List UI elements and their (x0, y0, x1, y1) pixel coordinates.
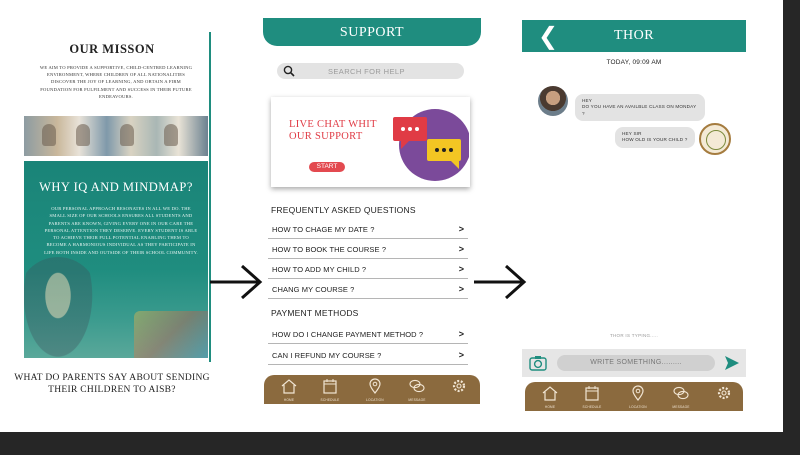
page-title: SUPPORT (339, 25, 405, 40)
chevron-right-icon: > (458, 284, 464, 294)
tab-settings[interactable] (444, 377, 474, 403)
tab-home[interactable]: HOME (535, 384, 565, 410)
typing-indicator: THOR IS TYPING..... (609, 333, 659, 338)
faq-label: HOW TO ADD MY CHILD ? (272, 265, 367, 274)
search-placeholder: SEARCH FOR HELP (328, 67, 405, 76)
faq-label: CHANG MY COURSE ? (272, 285, 355, 294)
bottom-nav: HOME SCHEDULE LOCATION MESSAGE (525, 382, 743, 411)
frame-bottom (0, 432, 800, 455)
chevron-right-icon: > (458, 350, 464, 360)
chevron-right-icon: > (458, 244, 464, 254)
toys-photo (134, 311, 208, 358)
why-panel: WHY IQ AND MINDMAP? OUR PERSONAL APPROAC… (24, 161, 208, 358)
compose-bar: WRITE SOMETHING......... (522, 349, 746, 377)
tab-label: LOCATION (366, 398, 384, 402)
message-bubble: HEY SIR HOW OLD IS YOUR CHILD ? (615, 127, 695, 148)
tab-home[interactable]: HOME (274, 377, 304, 403)
location-pin-icon (632, 385, 644, 401)
search-input[interactable]: SEARCH FOR HELP (277, 63, 464, 79)
chat-timestamp: TODAY, 09:09 AM (606, 59, 662, 66)
panel-text: OUR PERSONAL APPROACH RESONATES IN ALL W… (44, 206, 198, 255)
support-screen: SUPPORT SEARCH FOR HELP LIVE CHAT WHIT O… (263, 18, 481, 408)
live-chat-card[interactable]: LIVE CHAT WHIT OUR SUPPORT START (271, 97, 470, 187)
calendar-icon (585, 386, 599, 401)
faq-label: HOW TO CHAGE MY DATE ? (272, 225, 375, 234)
chat-title: THOR (613, 28, 655, 43)
tab-message[interactable]: MESSAGE (666, 384, 696, 410)
support-header: SUPPORT (263, 18, 481, 46)
chat-header: ❮ THOR (522, 20, 746, 52)
gear-icon (717, 386, 731, 400)
faq-item[interactable]: HOW TO ADD MY CHILD ? > (268, 260, 468, 279)
tab-label: SCHEDULE (582, 405, 602, 409)
classroom-photo (24, 116, 208, 156)
send-icon[interactable] (724, 355, 740, 371)
parents-question: WHAT DO PARENTS SAY ABOUT SENDING THEIR … (14, 373, 210, 395)
tab-label: LOCATION (629, 405, 647, 409)
tab-settings[interactable] (709, 384, 739, 410)
chevron-right-icon: > (458, 329, 464, 339)
bottom-nav: HOME SCHEDULE LOCATION MESSAGE (264, 375, 480, 404)
tab-label: HOME (283, 398, 295, 402)
avatar (538, 86, 568, 116)
faq-label: HOW TO BOOK THE COURSE ? (272, 245, 387, 254)
tab-location[interactable]: LOCATION (623, 384, 653, 410)
chat-screen: ❮ THOR TODAY, 09:09 AM HEY DO YOU HAVE A… (522, 20, 746, 412)
child-photo (24, 257, 98, 358)
chevron-right-icon: > (458, 224, 464, 234)
mission-text: WE AIM TO PROVIDE A SUPPORTIVE, CHILD-CE… (39, 65, 193, 99)
chat-bubbles-icon (393, 109, 469, 181)
camera-icon[interactable] (529, 355, 547, 371)
chat-icon (673, 386, 689, 400)
about-screen: OUR MISSON WE AIM TO PROVIDE A SUPPORTIV… (14, 24, 224, 429)
location-pin-icon (369, 378, 381, 394)
home-icon (542, 386, 558, 401)
calendar-icon (323, 379, 337, 394)
faq-item[interactable]: CHANG MY COURSE ? > (268, 280, 468, 299)
payment-item[interactable]: CAN I REFUND MY COURSE ? > (268, 346, 468, 365)
school-logo-avatar (699, 123, 731, 155)
payment-heading: PAYMENT METHODS (271, 308, 359, 318)
gear-icon (452, 379, 466, 393)
faq-item[interactable]: HOW TO CHAGE MY DATE ? > (268, 220, 468, 239)
panel-title: WHY IQ AND MINDMAP? (39, 180, 193, 194)
payment-label: CAN I REFUND MY COURSE ? (272, 351, 382, 360)
tab-label: HOME (544, 405, 556, 409)
search-icon (283, 65, 295, 77)
payment-label: HOW DO I CHANGE PAYMENT METHOD ? (272, 330, 424, 339)
live-chat-text: LIVE CHAT WHIT OUR SUPPORT (289, 119, 377, 142)
mission-title: OUR MISSON (69, 42, 155, 56)
faq-heading: FREQUENTLY ASKED QUESTIONS (271, 205, 416, 215)
tab-label: MESSAGE (408, 398, 426, 402)
accent-bar (209, 32, 211, 362)
tab-label: MESSAGE (672, 405, 690, 409)
tab-message[interactable]: MESSAGE (402, 377, 432, 403)
chevron-right-icon: > (458, 264, 464, 274)
tab-label: SCHEDULE (320, 398, 340, 402)
message-placeholder: WRITE SOMETHING......... (590, 359, 682, 366)
chat-icon (409, 379, 425, 393)
message-input[interactable]: WRITE SOMETHING......... (557, 355, 715, 371)
start-button[interactable]: START (309, 162, 345, 172)
faq-item[interactable]: HOW TO BOOK THE COURSE ? > (268, 240, 468, 259)
tab-location[interactable]: LOCATION (360, 377, 390, 403)
payment-item[interactable]: HOW DO I CHANGE PAYMENT METHOD ? > (268, 325, 468, 344)
message-bubble: HEY DO YOU HAVE AN AVAILBLE CLASS ON MON… (575, 94, 705, 121)
tab-schedule[interactable]: SCHEDULE (577, 384, 607, 410)
tab-schedule[interactable]: SCHEDULE (315, 377, 345, 403)
frame-right (783, 0, 800, 455)
arrow-right-icon (210, 264, 263, 300)
home-icon (281, 379, 297, 394)
